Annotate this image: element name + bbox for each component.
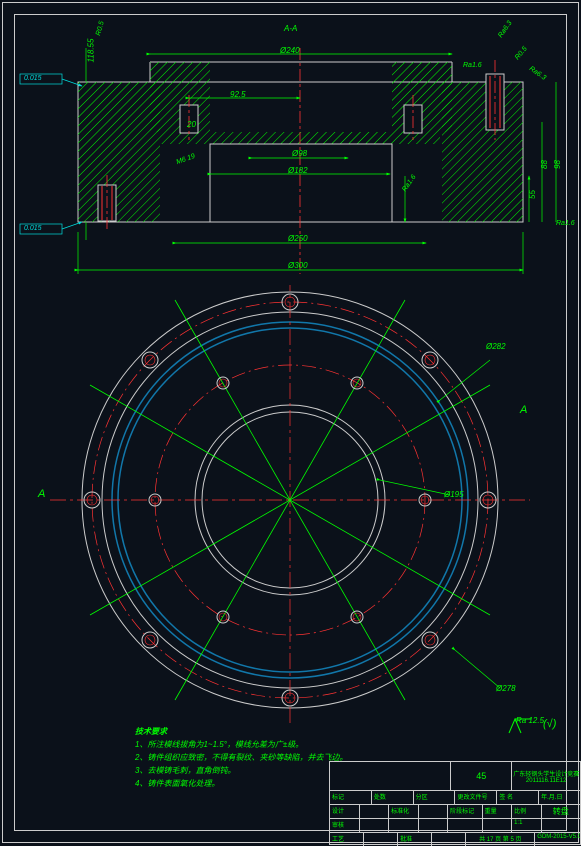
dim-20: 20: [187, 120, 196, 129]
dim-d300: Ø300: [288, 261, 308, 270]
dim-d250: Ø250: [288, 234, 308, 243]
dim-88: 88: [540, 160, 549, 169]
ra16c: Ra1.6: [463, 62, 482, 69]
surf-val: Ra 12.5: [516, 716, 544, 725]
dim-92-5: 92.5: [230, 90, 246, 99]
tb-projnum: 2011116.11E12: [526, 778, 567, 784]
dim-d98: Ø98: [292, 149, 307, 158]
tb-dwgname: 转盘: [541, 805, 580, 818]
tb-sheet: 共 17 页 第 5 页: [465, 833, 534, 846]
surf-default: (√): [543, 718, 556, 730]
plan-view: [0, 285, 581, 725]
dim-d195: Ø195: [444, 490, 464, 499]
dim-d282: Ø282: [486, 342, 506, 351]
ra16b: Ra1.6: [556, 220, 575, 227]
notes-title: 技术要求: [135, 725, 347, 738]
section-A-left: A: [38, 488, 45, 500]
dim-98: 98: [553, 160, 562, 169]
tb-material: 45: [451, 762, 512, 790]
dim-d182: Ø182: [288, 166, 308, 175]
note-line: 4、铸件表面氧化处理。: [135, 777, 347, 790]
dim-d240: Ø240: [280, 46, 300, 55]
gtol-2: 0.015: [24, 75, 42, 82]
gtol-1: 0.015: [24, 225, 42, 232]
note-line: 3、去模铸毛刺，直角倒钝。: [135, 764, 347, 777]
section-A-right: A: [520, 404, 527, 416]
tb-project: 广东轻钢头学生设计竞赛: [513, 769, 579, 778]
note-line: 2、铸件组织应致密，不得有裂纹、夹砂等缺陷，并去飞边。: [135, 751, 347, 764]
titleblock: 45 广东轻钢头学生设计竞赛 2011116.11E12 标记 处数 分区 更改…: [329, 761, 581, 845]
dim-118-55: 118.55: [86, 39, 95, 63]
note-line: 1、所注模线拔角为1~1.5°，模线允差为广±级。: [135, 738, 347, 751]
dim-d278: Ø278: [496, 684, 516, 693]
tb-dwgno: GDM-2015-V5.02: [534, 833, 580, 846]
dim-55: 55: [528, 190, 537, 199]
tech-notes: 技术要求 1、所注模线拔角为1~1.5°，模线允差为广±级。 2、铸件组织应致密…: [135, 725, 347, 790]
